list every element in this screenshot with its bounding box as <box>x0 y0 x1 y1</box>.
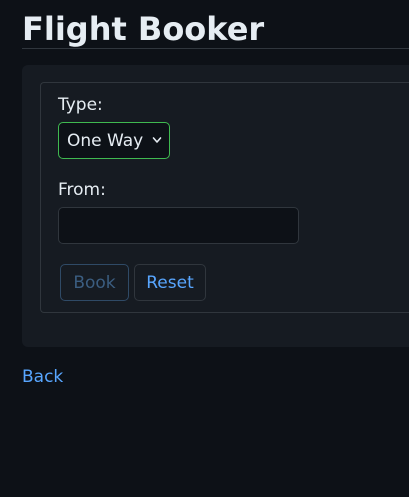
chevron-down-icon <box>152 137 162 143</box>
type-label: Type: <box>58 95 103 115</box>
type-select-value: One Way <box>67 130 144 151</box>
page: Flight Booker Type: One Way From: Book R… <box>0 0 409 497</box>
page-title: Flight Booker <box>22 10 265 48</box>
type-select[interactable]: One Way <box>58 122 170 159</box>
from-date-input[interactable] <box>58 207 299 244</box>
from-label: From: <box>58 180 106 200</box>
reset-button[interactable]: Reset <box>134 264 206 301</box>
title-divider <box>22 48 409 49</box>
back-link[interactable]: Back <box>22 366 63 388</box>
book-button[interactable]: Book <box>60 264 129 301</box>
